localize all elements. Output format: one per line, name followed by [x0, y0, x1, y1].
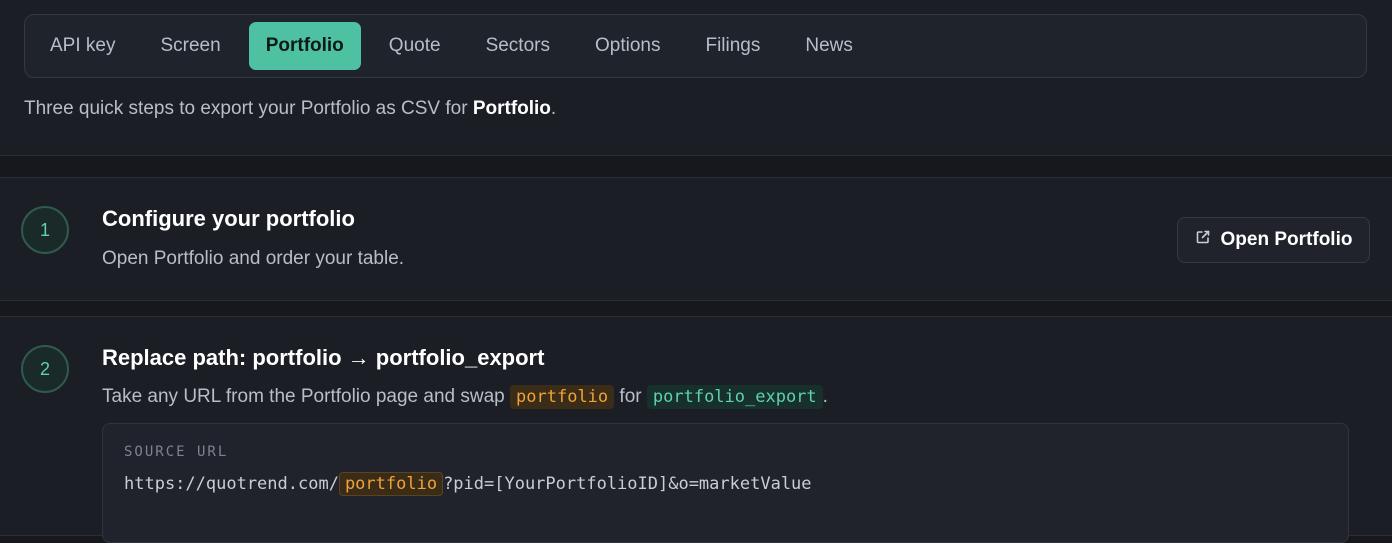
- url-suffix: ?pid=[YourPortfolioID]&o=marketValue: [443, 474, 812, 494]
- tab-options[interactable]: Options: [578, 22, 677, 70]
- step-number-1: 1: [21, 206, 69, 254]
- step2-desc-part2: for: [614, 386, 647, 407]
- step-description-1: Open Portfolio and order your table.: [102, 248, 405, 269]
- url-highlight: portfolio: [338, 472, 444, 496]
- intro-bold: Portfolio: [472, 98, 551, 119]
- open-portfolio-label: Open Portfolio: [1220, 229, 1353, 250]
- code-from: portfolio: [510, 385, 615, 409]
- step2-desc-part3: .: [822, 386, 828, 407]
- tab-sectors[interactable]: Sectors: [469, 22, 567, 70]
- source-url: https://quotrend.com/portfolio ?pid=[Your…: [124, 472, 812, 496]
- source-url-box[interactable]: SOURCE URL https://quotrend.com/portfoli…: [102, 423, 1349, 543]
- step-card-2: 2 Replace path: portfolio → portfolio_ex…: [0, 316, 1392, 543]
- source-url-label: SOURCE URL: [124, 444, 229, 460]
- step-description-2: Take any URL from the Portfolio page and…: [102, 385, 828, 409]
- tab-news[interactable]: News: [788, 22, 870, 70]
- tab-portfolio[interactable]: Portfolio: [248, 22, 361, 70]
- tab-filings[interactable]: Filings: [688, 22, 777, 70]
- tab-bar: API key Screen Portfolio Quote Sectors O…: [24, 14, 1367, 78]
- intro-prefix: Three quick steps to export your Portfol…: [24, 98, 473, 119]
- intro-text: Three quick steps to export your Portfol…: [24, 98, 556, 120]
- tab-api-key[interactable]: API key: [33, 22, 132, 70]
- step-title-2: Replace path: portfolio → portfolio_expo…: [102, 345, 545, 370]
- code-to: portfolio_export: [646, 385, 823, 409]
- step2-desc-part1: Take any URL from the Portfolio page and…: [102, 386, 511, 407]
- tab-screen[interactable]: Screen: [143, 22, 237, 70]
- step-number-2: 2: [21, 345, 69, 393]
- step-card-1: 1 Configure your portfolio Open Portfoli…: [0, 177, 1392, 301]
- tab-quote[interactable]: Quote: [372, 22, 458, 70]
- url-prefix: https://quotrend.com/: [124, 474, 339, 494]
- intro-suffix: .: [550, 98, 557, 119]
- open-portfolio-button[interactable]: Open Portfolio: [1177, 217, 1370, 263]
- step-title-1: Configure your portfolio: [102, 206, 355, 231]
- external-link-icon: [1195, 229, 1211, 251]
